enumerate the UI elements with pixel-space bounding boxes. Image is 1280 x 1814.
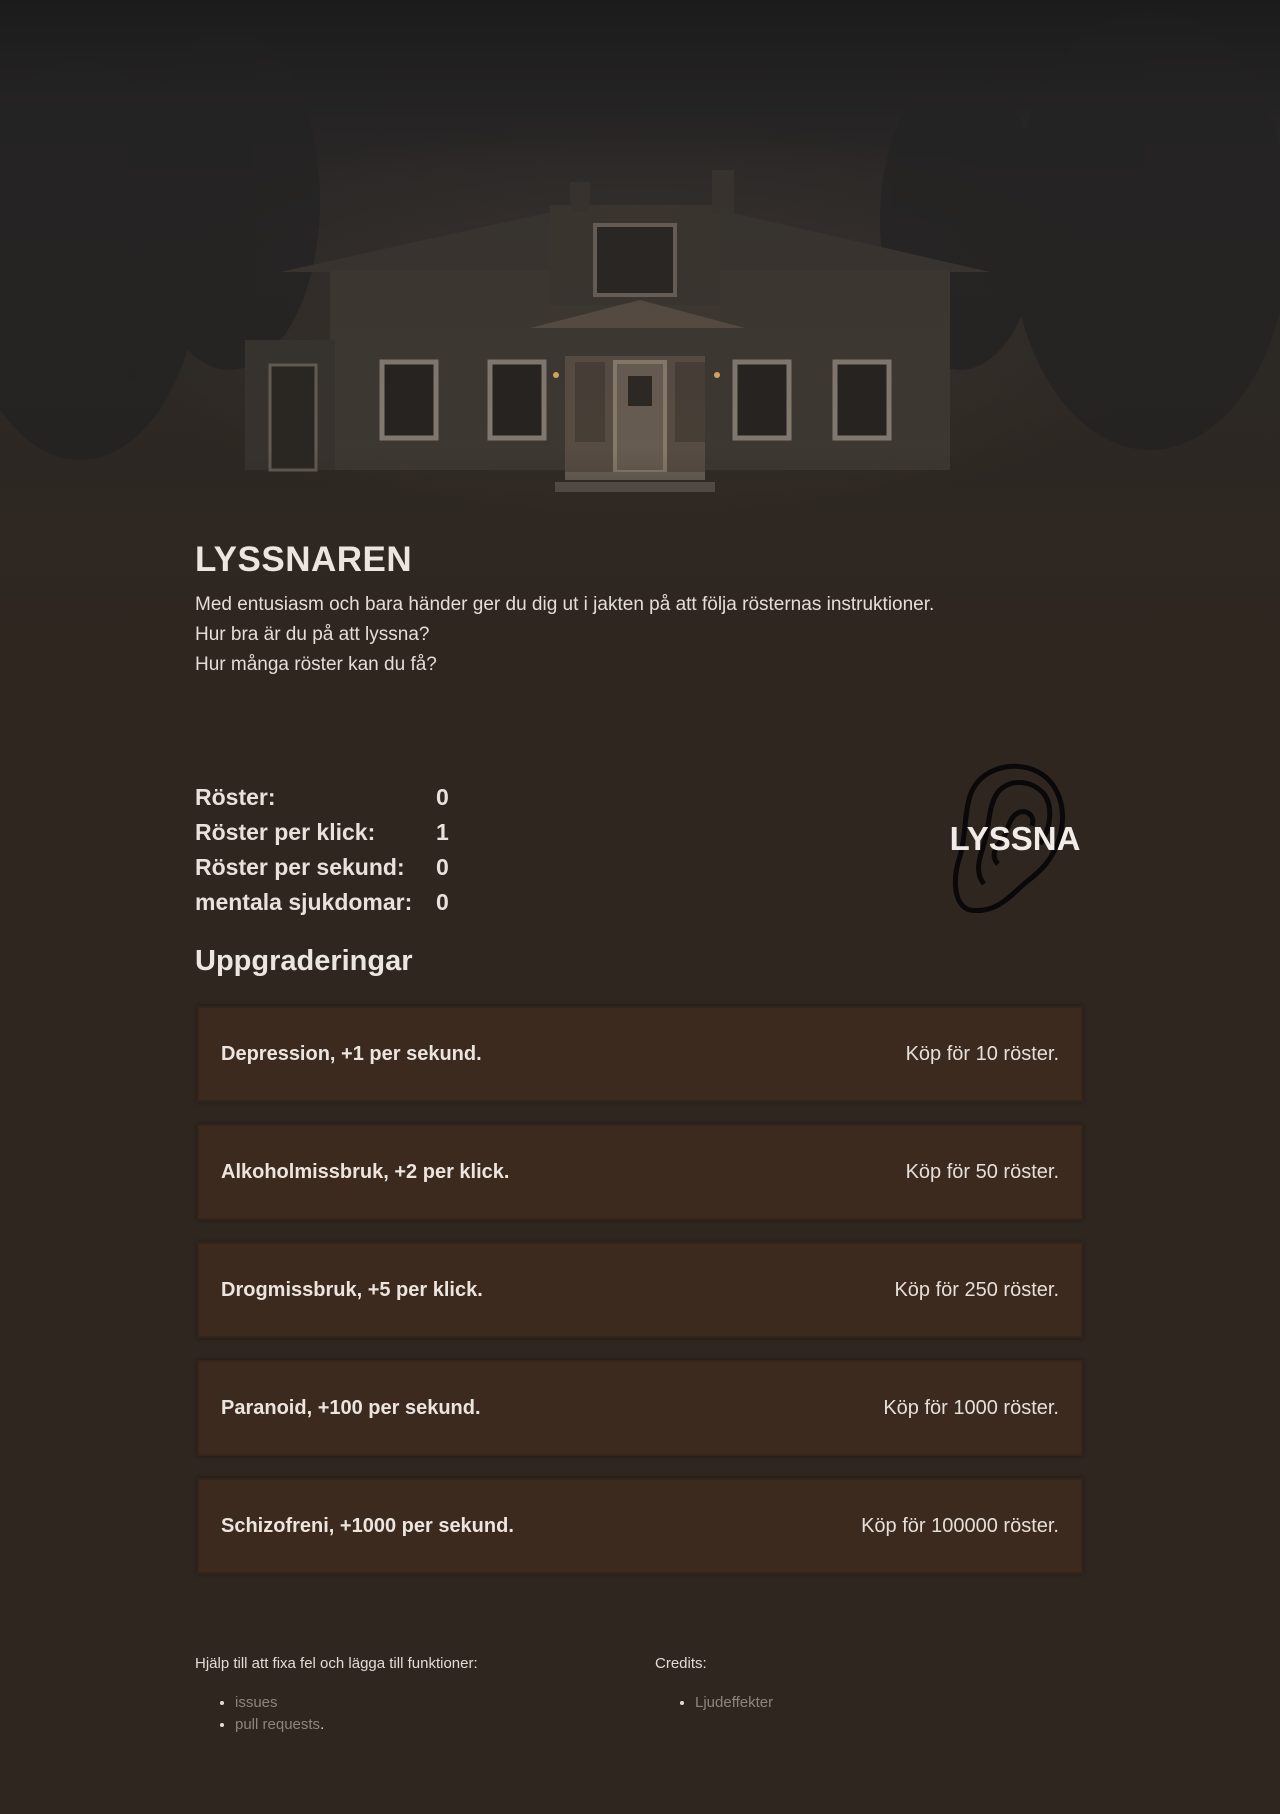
issues-link[interactable]: issues — [235, 1694, 278, 1711]
list-item: Ljudeffekter — [695, 1692, 773, 1714]
footer-help: Hjälp till att fixa fel och lägga till f… — [195, 1655, 478, 1736]
help-links: issues pull requests. — [195, 1692, 478, 1736]
stat-voices-per-second: Röster per sekund: 0 — [195, 850, 496, 885]
stat-value: 0 — [436, 889, 449, 915]
upgrade-alcohol-abuse[interactable]: Alkoholmissbruk, +2 per klick. Köp för 5… — [197, 1124, 1083, 1220]
pull-requests-link[interactable]: pull requests — [235, 1716, 320, 1733]
upgrade-cost: Köp för 50 röster. — [905, 1160, 1059, 1183]
stat-label: Röster: — [195, 784, 276, 810]
credits-heading: Credits: — [655, 1655, 707, 1672]
upgrade-cost: Köp för 250 röster. — [894, 1278, 1059, 1301]
sound-effects-link[interactable]: Ljudeffekter — [695, 1694, 773, 1711]
intro-line: Hur många röster kan du få? — [195, 654, 437, 675]
list-item: pull requests. — [235, 1714, 478, 1736]
hero-haunted-house-image — [0, 0, 1280, 640]
help-heading: Hjälp till att fixa fel och lägga till f… — [195, 1655, 478, 1672]
stat-mental-illnesses: mentala sjukdomar: 0 — [195, 885, 496, 920]
help-suffix: . — [320, 1716, 325, 1733]
upgrade-schizophrenia[interactable]: Schizofreni, +1000 per sekund. Köp för 1… — [197, 1478, 1083, 1574]
stat-label: Röster per sekund: — [195, 854, 405, 880]
stat-voices: Röster: 0 — [195, 780, 496, 815]
stat-label: mentala sjukdomar: — [195, 889, 413, 915]
upgrade-name: Paranoid, +100 per sekund. — [221, 1396, 481, 1419]
upgrade-cost: Köp för 1000 röster. — [883, 1396, 1059, 1419]
list-item: issues — [235, 1692, 478, 1714]
upgrade-cost: Köp för 10 röster. — [905, 1042, 1059, 1065]
listen-label[interactable]: LYSSNA — [940, 820, 1090, 858]
upgrades-heading: Uppgraderingar — [195, 945, 413, 977]
stat-value: 1 — [436, 819, 449, 845]
stat-value: 0 — [436, 854, 449, 880]
intro-text: Med entusiasm och bara händer ger du dig… — [195, 590, 934, 680]
upgrade-name: Alkoholmissbruk, +2 per klick. — [221, 1160, 510, 1183]
listen-button[interactable]: LYSSNA — [940, 760, 1090, 918]
stat-label: Röster per klick: — [195, 819, 376, 845]
upgrade-name: Depression, +1 per sekund. — [221, 1042, 482, 1065]
upgrade-name: Drogmissbruk, +5 per klick. — [221, 1278, 483, 1301]
upgrade-name: Schizofreni, +1000 per sekund. — [221, 1514, 514, 1537]
page-title: LYSSNAREN — [195, 540, 413, 579]
intro-line: Hur bra är du på att lyssna? — [195, 624, 430, 645]
footer-credits: Credits: Ljudeffekter — [655, 1655, 773, 1714]
upgrade-drug-abuse[interactable]: Drogmissbruk, +5 per klick. Köp för 250 … — [197, 1242, 1083, 1338]
credits-links: Ljudeffekter — [655, 1692, 773, 1714]
intro-line: Med entusiasm och bara händer ger du dig… — [195, 594, 935, 615]
stat-value: 0 — [436, 784, 449, 810]
upgrades-list: Depression, +1 per sekund. Köp för 10 rö… — [197, 1006, 1083, 1596]
stat-voices-per-click: Röster per klick: 1 — [195, 815, 496, 850]
upgrade-paranoid[interactable]: Paranoid, +100 per sekund. Köp för 1000 … — [197, 1360, 1083, 1456]
upgrade-depression[interactable]: Depression, +1 per sekund. Köp för 10 rö… — [197, 1006, 1083, 1102]
upgrade-cost: Köp för 100000 röster. — [861, 1514, 1059, 1537]
stats-panel: Röster: 0 Röster per klick: 1 Röster per… — [195, 780, 496, 920]
